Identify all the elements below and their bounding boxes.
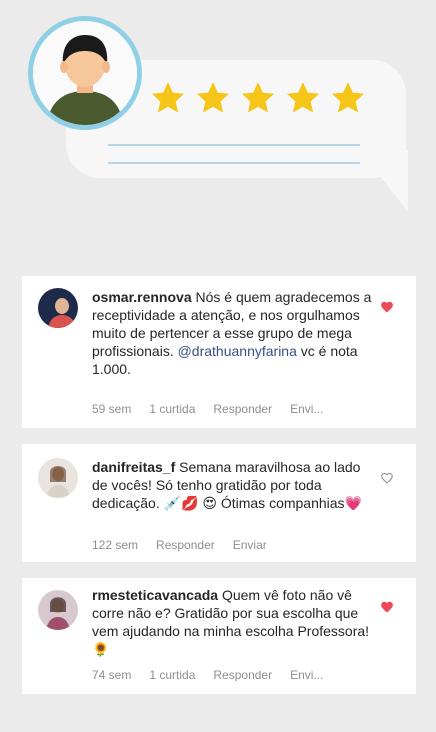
heart-outline-icon[interactable]	[380, 471, 394, 485]
comment-username[interactable]: osmar.rennova	[92, 289, 192, 305]
avatar[interactable]	[38, 288, 78, 328]
heart-filled-icon[interactable]	[380, 600, 394, 614]
comment-username[interactable]: rmesteticavancada	[92, 587, 218, 603]
avatar[interactable]	[38, 458, 78, 498]
star-icon	[331, 82, 365, 113]
comment-meta: 59 sem 1 curtida Responder Envi...	[92, 402, 341, 416]
rating-stars	[150, 80, 366, 116]
reviewer-avatar-icon	[28, 16, 142, 130]
star-icon	[241, 82, 275, 113]
send-button[interactable]: Enviar	[233, 538, 267, 552]
placeholder-line	[108, 144, 360, 146]
speech-bubble-tail	[360, 150, 408, 212]
star-icon	[151, 82, 185, 113]
comment-card: danifreitas_f Semana maravilhosa ao lado…	[22, 444, 416, 562]
comment-meta: 74 sem 1 curtida Responder Envi...	[92, 668, 341, 682]
comment-card: rmesteticavancada Quem vê foto não vê co…	[22, 578, 416, 694]
placeholder-line	[108, 162, 360, 164]
avatar[interactable]	[38, 590, 78, 630]
reply-button[interactable]: Responder	[213, 668, 272, 682]
comment-time: 59 sem	[92, 402, 132, 416]
likes-count[interactable]: 1 curtida	[149, 402, 195, 416]
comment-meta: 122 sem Responder Enviar	[92, 538, 285, 552]
comment-text: osmar.rennova Nós é quem agradecemos a r…	[92, 289, 372, 377]
reply-button[interactable]: Responder	[156, 538, 215, 552]
comment-time: 74 sem	[92, 668, 132, 682]
star-icon	[286, 82, 320, 113]
star-icon	[196, 82, 230, 113]
comment-text: rmesteticavancada Quem vê foto não vê co…	[92, 587, 370, 657]
comment-time: 122 sem	[92, 538, 139, 552]
review-illustration	[0, 0, 436, 240]
comment-text: danifreitas_f Semana maravilhosa ao lado…	[92, 459, 362, 511]
likes-count[interactable]: 1 curtida	[149, 668, 195, 682]
mention-link[interactable]: @drathuannyfarina	[178, 343, 297, 359]
reply-button[interactable]: Responder	[213, 402, 272, 416]
send-button[interactable]: Envi...	[290, 668, 323, 682]
comment-card: osmar.rennova Nós é quem agradecemos a r…	[22, 276, 416, 428]
heart-filled-icon[interactable]	[380, 300, 394, 314]
send-button[interactable]: Envi...	[290, 402, 323, 416]
comment-username[interactable]: danifreitas_f	[92, 459, 175, 475]
